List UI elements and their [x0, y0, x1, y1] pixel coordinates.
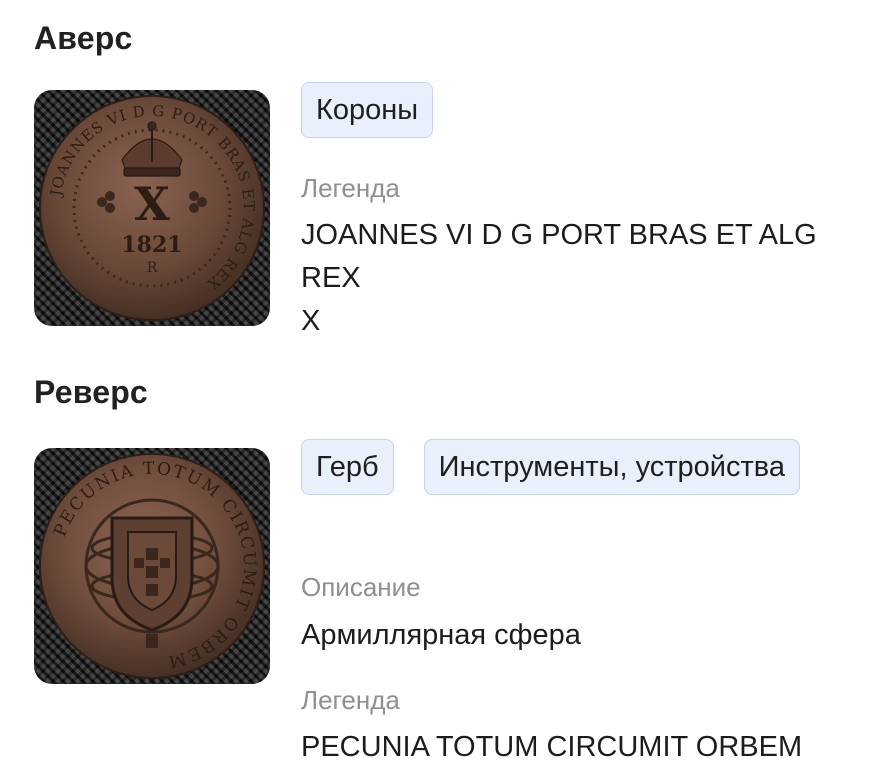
tag-chip-crowns[interactable]: Короны — [301, 82, 434, 138]
reverse-tags: Герб Инструменты, устройства — [301, 439, 800, 495]
obverse-coin-image[interactable]: JOANNES VI D G PORT BRAS ET ALG REX X 18… — [34, 90, 270, 326]
coat-of-arms-icon — [110, 516, 194, 632]
coin-mint-mark: R — [147, 260, 158, 276]
reverse-coin-graphic: PECUNIA TOTUM CIRCUMIT ORBEM — [39, 453, 265, 679]
reverse-legend-label: Легенда — [301, 685, 400, 715]
obverse-tags: Короны — [301, 82, 434, 138]
shield-base-icon — [146, 634, 158, 648]
reverse-legend-value: PECUNIA TOTUM CIRCUMIT ORBEM — [301, 731, 803, 763]
coin-year: 1821 — [121, 232, 182, 258]
obverse-legend-label: Легенда — [301, 173, 400, 203]
obverse-legend-line: REX — [301, 262, 361, 294]
reverse-coin-image[interactable]: PECUNIA TOTUM CIRCUMIT ORBEM — [34, 448, 270, 684]
obverse-legend-line: JOANNES VI D G PORT BRAS ET ALG — [301, 219, 817, 251]
reverse-description-value: Армиллярная сфера — [301, 619, 581, 651]
obverse-title: Аверс — [34, 20, 133, 56]
tag-chip-coat-of-arms[interactable]: Герб — [301, 439, 394, 495]
reverse-description-label: Описание — [301, 572, 421, 602]
obverse-legend-value: JOANNES VI D G PORT BRAS ET ALG REX X — [301, 214, 861, 343]
obverse-legend-line: X — [301, 305, 321, 337]
obverse-coin-graphic: JOANNES VI D G PORT BRAS ET ALG REX X 18… — [39, 95, 265, 321]
coin-denomination: X — [134, 177, 170, 231]
tag-chip-instruments[interactable]: Инструменты, устройства — [423, 439, 800, 495]
reverse-title: Реверс — [34, 374, 148, 410]
